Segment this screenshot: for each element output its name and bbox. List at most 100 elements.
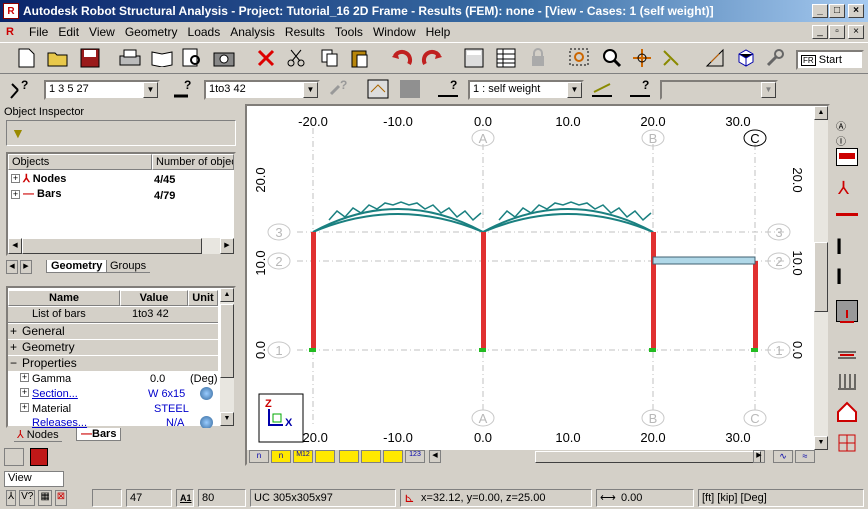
col-value[interactable]: Value (120, 290, 188, 306)
viewport-vscrollbar[interactable]: ▲ ▼ (814, 106, 828, 450)
list-of-bars-row[interactable]: List of bars 1to3 42 (8, 307, 218, 323)
globe-icon[interactable] (200, 387, 213, 400)
node-selection-icon[interactable]: ? (8, 77, 32, 101)
maximize-button[interactable]: □ (829, 4, 845, 18)
view-tab-1[interactable]: n (249, 450, 269, 463)
table-icon[interactable] (494, 46, 518, 70)
nodes-selection-combo[interactable]: 1 3 5 27 ▼ (44, 80, 160, 100)
scroll-thumb[interactable] (220, 304, 234, 378)
tab-bars[interactable]: —Bars (76, 428, 122, 441)
chevron-down-icon[interactable]: ▼ (567, 82, 582, 98)
view-tab-8[interactable]: 123 (405, 450, 425, 463)
menu-analysis[interactable]: Analysis (225, 25, 280, 39)
settings-icon[interactable] (764, 46, 788, 70)
view-tab-7[interactable] (383, 450, 403, 463)
view-tab-2[interactable]: n (271, 450, 291, 463)
doc-icon[interactable]: R (0, 26, 24, 38)
col-name[interactable]: Name (8, 290, 120, 306)
menu-results[interactable]: Results (280, 25, 330, 39)
scroll-left-icon[interactable]: ◀ (429, 450, 441, 463)
new-icon[interactable] (14, 46, 38, 70)
prop-row-section[interactable]: + Section... W 6x15 (8, 387, 218, 402)
section-icon[interactable] (836, 148, 858, 166)
wave-icon[interactable]: ∿ (773, 450, 793, 463)
scroll-down-icon[interactable]: ▼ (220, 412, 234, 426)
close-button[interactable]: × (848, 4, 864, 18)
bar-tool-icon[interactable] (836, 204, 858, 216)
menu-view[interactable]: View (84, 25, 120, 39)
scroll-right-icon[interactable]: ▶ (753, 450, 765, 463)
support-tool-icon[interactable] (836, 308, 858, 328)
wave-2-icon[interactable]: ≈ (795, 450, 815, 463)
menu-edit[interactable]: Edit (53, 25, 84, 39)
zoom-icon[interactable] (600, 46, 624, 70)
view-label[interactable]: View (4, 471, 64, 487)
mdi-close-button[interactable]: × (848, 25, 864, 39)
lock-icon[interactable] (526, 46, 550, 70)
scroll-right-icon[interactable]: ▶ (220, 238, 234, 254)
chevron-down-icon[interactable]: ▼ (143, 82, 158, 98)
properties-scrollbar[interactable]: ▲ ▼ (220, 288, 234, 426)
inspector-flag-icon[interactable] (30, 448, 48, 466)
load-tool-icon[interactable] (836, 372, 858, 392)
cut-icon[interactable] (284, 46, 308, 70)
undo-icon[interactable] (390, 46, 414, 70)
view-tab-6[interactable] (361, 450, 381, 463)
scroll-up-icon[interactable]: ▲ (814, 106, 828, 120)
hscroll-thumb[interactable] (535, 451, 761, 463)
prop-releases-name[interactable]: Releases... (32, 417, 87, 428)
tab-next-icon[interactable]: ▶ (20, 260, 32, 274)
mdi-restore-button[interactable]: ▫ (829, 25, 845, 39)
horizontal-scrollbar[interactable]: ◀ ▶ (8, 238, 234, 254)
book-icon[interactable] (150, 46, 174, 70)
prop-row-material[interactable]: + Material STEEL (8, 402, 218, 417)
paste-icon[interactable] (348, 46, 372, 70)
structure-viewport[interactable]: -20.0 -10.0 0.0 10.0 20.0 30.0 -20.0 -10… (245, 104, 830, 466)
tab-geometry[interactable]: Geometry (46, 260, 108, 273)
copy-icon[interactable] (318, 46, 342, 70)
inspector-tree-icon[interactable] (4, 448, 24, 466)
pan-icon[interactable] (630, 46, 654, 70)
menu-file[interactable]: File (24, 25, 53, 39)
zoom-window-icon[interactable] (568, 46, 592, 70)
mdi-minimize-button[interactable]: _ (812, 25, 828, 39)
menu-geometry[interactable]: Geometry (120, 25, 183, 39)
scroll-up-icon[interactable]: ▲ (220, 288, 234, 302)
measure-icon[interactable] (704, 46, 728, 70)
chevron-down-icon[interactable]: ▼ (303, 82, 318, 98)
menu-help[interactable]: Help (421, 25, 456, 39)
3d-view-icon[interactable] (734, 46, 758, 70)
axis-def-icon[interactable]: Ⓐ Ⓘ (836, 118, 858, 148)
tab-nodes[interactable]: ⅄ Nodes (14, 428, 62, 442)
group-properties[interactable]: − Properties (8, 356, 218, 371)
prop-row-gamma[interactable]: + Gamma 0.0 (Deg) (8, 372, 218, 387)
filter-icon[interactable]: ? (328, 77, 352, 101)
display-icon[interactable] (398, 77, 422, 101)
scroll-left-icon[interactable]: ◀ (8, 238, 22, 254)
node-tool-icon[interactable]: ⅄ (838, 178, 858, 200)
camera-icon[interactable] (212, 46, 236, 70)
filter-funnel-icon[interactable]: ▼ (11, 125, 25, 141)
case-selection-icon[interactable]: ? (436, 77, 460, 101)
open-icon[interactable] (46, 46, 70, 70)
delete-icon[interactable] (254, 46, 278, 70)
view-tab-5[interactable] (339, 450, 359, 463)
ibeam-icon[interactable]: I (836, 236, 858, 260)
globe-icon[interactable] (200, 416, 213, 428)
structure-view-icon[interactable] (366, 77, 390, 101)
scroll-thumb[interactable] (814, 242, 828, 312)
tab-prev-icon[interactable]: ◀ (6, 260, 18, 274)
status-icon-2[interactable]: V? (19, 490, 36, 506)
select-icon[interactable] (660, 46, 684, 70)
status-icon-1[interactable]: ⅄ (6, 490, 17, 506)
status-icon-4[interactable]: ⊠ (54, 490, 68, 506)
release-tool-icon[interactable] (836, 344, 858, 364)
building-icon[interactable] (836, 400, 858, 422)
col-unit[interactable]: Unit (188, 290, 218, 306)
col-objects[interactable]: Objects (8, 154, 152, 170)
scroll-thumb[interactable] (22, 238, 202, 254)
chevron-down-icon[interactable]: ▼ (761, 82, 776, 98)
prop-row-releases[interactable]: Releases... N/A (8, 416, 218, 428)
grid-3d-icon[interactable] (836, 432, 858, 454)
menu-tools[interactable]: Tools (330, 25, 368, 39)
